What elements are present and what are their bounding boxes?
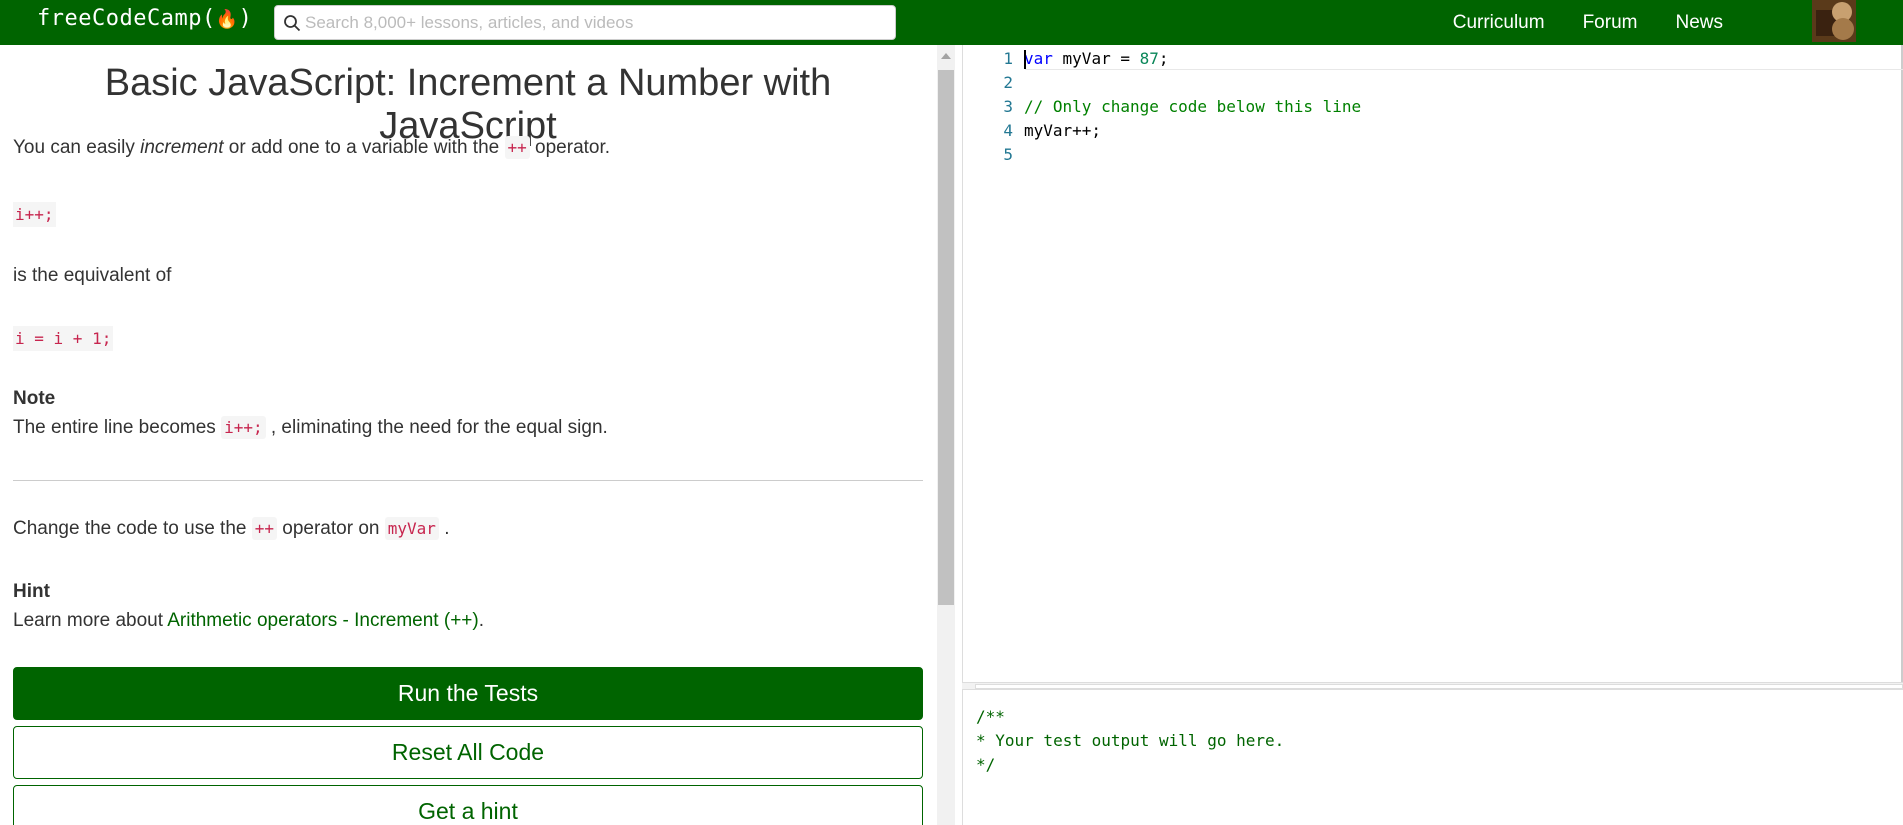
get-hint-button[interactable]: Get a hint (13, 785, 923, 825)
code-token: ; (1158, 49, 1169, 68)
user-avatar[interactable] (1812, 0, 1856, 42)
line-number: 3 (1003, 97, 1013, 116)
editor-line[interactable]: 1 var myVar = 87; (963, 47, 1903, 71)
example-code-1: i++; (13, 202, 56, 227)
hint-pre: Learn more about (13, 610, 168, 631)
line-number: 4 (1003, 121, 1013, 140)
editor-line[interactable]: 2 (963, 71, 1903, 95)
editor-line[interactable]: 3 // Only change code below this line (963, 95, 1903, 119)
note-pre: The entire line becomes (13, 417, 222, 438)
hint-post: . (478, 610, 484, 631)
code-token: myVar = (1052, 49, 1140, 68)
instr-code-variable: myVar (384, 517, 439, 540)
search-input[interactable] (305, 9, 885, 37)
example-code-2: i = i + 1; (13, 326, 114, 351)
text-cursor (1024, 50, 1026, 69)
hint-link[interactable]: Arithmetic operators - Increment (++) (167, 610, 479, 631)
description-scrollbar[interactable] (937, 45, 955, 825)
comment-token: // Only change code below this line (1024, 97, 1362, 116)
scroll-thumb[interactable] (938, 70, 954, 605)
editor-line[interactable]: 5 (963, 143, 1903, 167)
intro-pre: You can easily (13, 137, 141, 158)
note-code: i++; (221, 416, 266, 439)
line-number: 5 (1003, 145, 1013, 164)
test-output-text: /** * Your test output will go here. */ (976, 707, 1285, 774)
instr-post: . (438, 518, 450, 539)
search-bar (274, 5, 896, 40)
editor-line[interactable]: 4 myVar++; (963, 119, 1903, 143)
intro-mid: or add one to a variable with the (223, 137, 505, 158)
nav-curriculum-link[interactable]: Curriculum (1453, 12, 1545, 34)
avatar-shape-3 (1832, 18, 1854, 40)
keyword-token: var (1024, 49, 1053, 68)
section-divider (13, 480, 923, 481)
line-number: 2 (1003, 73, 1013, 92)
scroll-up-arrow-icon[interactable] (941, 53, 951, 59)
number-token: 87 (1139, 49, 1159, 68)
instr-mid: operator on (277, 518, 385, 539)
hint-paragraph: Learn more about Arithmetic operators - … (13, 609, 484, 633)
run-tests-button[interactable]: Run the Tests (13, 667, 923, 720)
note-heading: Note (13, 388, 56, 409)
navbar: freeCodeCamp(🔥) Curriculum Forum News (0, 0, 1903, 45)
freecodecamp-logo[interactable]: freeCodeCamp(🔥) (37, 6, 252, 31)
intro-code: ++ (504, 136, 530, 159)
line-content: myVar++; (1024, 121, 1102, 140)
logo-text: freeCodeCamp( (37, 6, 216, 31)
line-number: 1 (1003, 49, 1013, 68)
nav-news-link[interactable]: News (1675, 12, 1723, 34)
equivalent-text: is the equivalent of (13, 265, 172, 286)
hint-heading: Hint (13, 581, 50, 602)
search-icon (284, 15, 301, 32)
intro-paragraph: You can easily increment or add one to a… (13, 136, 610, 160)
code-editor[interactable]: 1 var myVar = 87; 2 3 // Only change cod… (962, 45, 1903, 682)
note-post: , eliminating the need for the equal sig… (265, 417, 608, 438)
instr-pre: Change the code to use the (13, 518, 252, 539)
nav-links: Curriculum Forum News (1415, 0, 1723, 45)
intro-emphasis: increment (140, 137, 224, 158)
reset-code-button[interactable]: Reset All Code (13, 726, 923, 779)
splitter-handle[interactable] (975, 684, 1903, 689)
logo-close: ) (238, 6, 253, 31)
intro-post: operator. (529, 137, 611, 158)
editor-output-splitter[interactable] (962, 682, 1903, 690)
flame-icon: 🔥 (215, 9, 239, 30)
instructions-paragraph: Change the code to use the ++ operator o… (13, 517, 449, 541)
instr-code-operator: ++ (251, 517, 277, 540)
challenge-description-panel: Basic JavaScript: Increment a Number wit… (0, 45, 937, 825)
line-content: var myVar = 87; (1024, 47, 1169, 71)
note-paragraph: The entire line becomes i++; , eliminati… (13, 416, 608, 440)
test-output-panel: /** * Your test output will go here. */ (962, 690, 1903, 825)
nav-forum-link[interactable]: Forum (1583, 12, 1638, 34)
